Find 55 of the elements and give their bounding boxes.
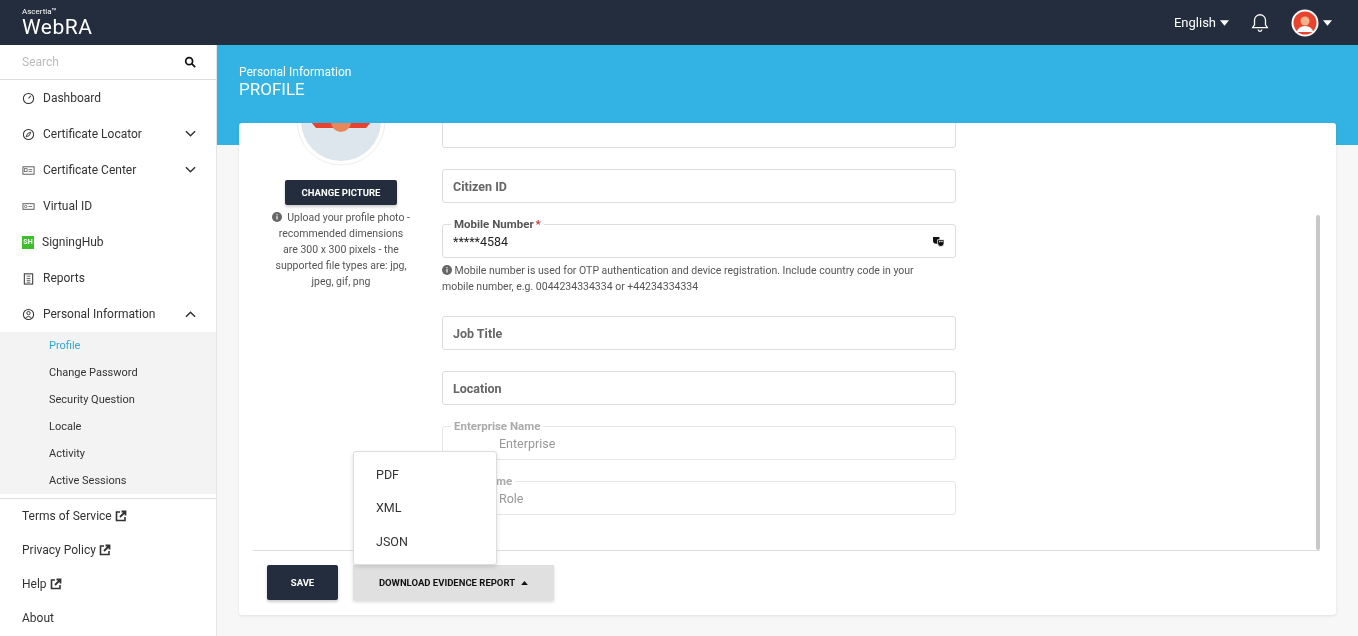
- submenu-item[interactable]: Security Question: [0, 386, 216, 413]
- nav-item[interactable]: Reports: [0, 260, 216, 296]
- mask-icon[interactable]: [932, 235, 945, 247]
- field-value: Role: [498, 490, 525, 506]
- sidebar-link[interactable]: Help: [22, 577, 47, 591]
- compass-icon: [22, 127, 35, 141]
- menu-item[interactable]: XML: [354, 491, 496, 525]
- sidebar-link[interactable]: About: [22, 611, 54, 625]
- info-icon: [442, 265, 452, 275]
- scrollbar[interactable]: [1316, 215, 1320, 550]
- nav-item[interactable]: Certificate Locator: [0, 116, 216, 152]
- caret-icon[interactable]: [1323, 19, 1332, 26]
- caret-icon: [1220, 19, 1229, 26]
- notification-bell-icon[interactable]: [1249, 11, 1271, 34]
- input-field[interactable]: [442, 123, 956, 148]
- menu-item[interactable]: JSON: [354, 524, 496, 558]
- id-card-icon: [22, 163, 35, 177]
- info-icon: [272, 212, 283, 222]
- picture-hint: Upload your profile photo - recommended dimensions are 300 x 300 pixels - the supported file types are: jpg, jpeg, gif, png: [271, 210, 411, 290]
- input-field[interactable]: Citizen ID: [442, 169, 956, 203]
- submenu-item[interactable]: Locale: [0, 413, 216, 440]
- nav-item[interactable]: Dashboard: [0, 80, 216, 116]
- vendor-label: Ascertia™: [22, 6, 58, 16]
- input-field[interactable]: Location: [442, 371, 956, 405]
- submenu-item[interactable]: Change Password: [0, 359, 216, 386]
- field-label: Location: [453, 380, 502, 396]
- field-hint: Mobile number is used for OTP authentication and device registration. Include country code in your mobile number, e.g. 0044234334334 or +44234334334: [442, 263, 915, 295]
- field-label: Mobile Number *: [451, 217, 544, 231]
- field-value: *****4584: [453, 233, 510, 249]
- language-selector[interactable]: English: [1173, 15, 1229, 30]
- avatar-icon[interactable]: [1291, 8, 1319, 37]
- download-report-button[interactable]: DOWNLOAD EVIDENCE REPORT: [353, 565, 554, 600]
- menu-item[interactable]: PDF: [354, 457, 496, 491]
- input-field[interactable]: Job Title: [442, 316, 956, 350]
- field-label: Job Title: [453, 325, 503, 341]
- save-button[interactable]: SAVE: [267, 565, 338, 600]
- user-icon: [22, 307, 35, 321]
- page-title: PROFILE: [239, 79, 306, 99]
- app-logo: WebRA: [22, 15, 93, 39]
- search-icon[interactable]: [184, 56, 196, 68]
- sidebar-link[interactable]: Privacy Policy: [22, 543, 96, 557]
- field-label: Enterprise Name: [451, 419, 544, 433]
- submenu-item[interactable]: Activity: [0, 440, 216, 467]
- clipboard-icon: [22, 271, 35, 285]
- change-picture-button[interactable]: CHANGE PICTURE: [285, 180, 397, 205]
- breadcrumb: Personal Information: [239, 65, 353, 79]
- gauge-icon: [22, 91, 35, 105]
- field-label: Citizen ID: [453, 178, 507, 194]
- sidebar-link[interactable]: Terms of Service: [22, 509, 112, 523]
- nav-item[interactable]: Virtual ID: [0, 188, 216, 224]
- nav-item[interactable]: Certificate Center: [0, 152, 216, 188]
- caret-icon: [521, 580, 529, 585]
- submenu-item[interactable]: Active Sessions: [0, 467, 216, 494]
- nav-item[interactable]: Personal Information: [0, 296, 216, 332]
- field-value: Enterprise: [498, 435, 557, 451]
